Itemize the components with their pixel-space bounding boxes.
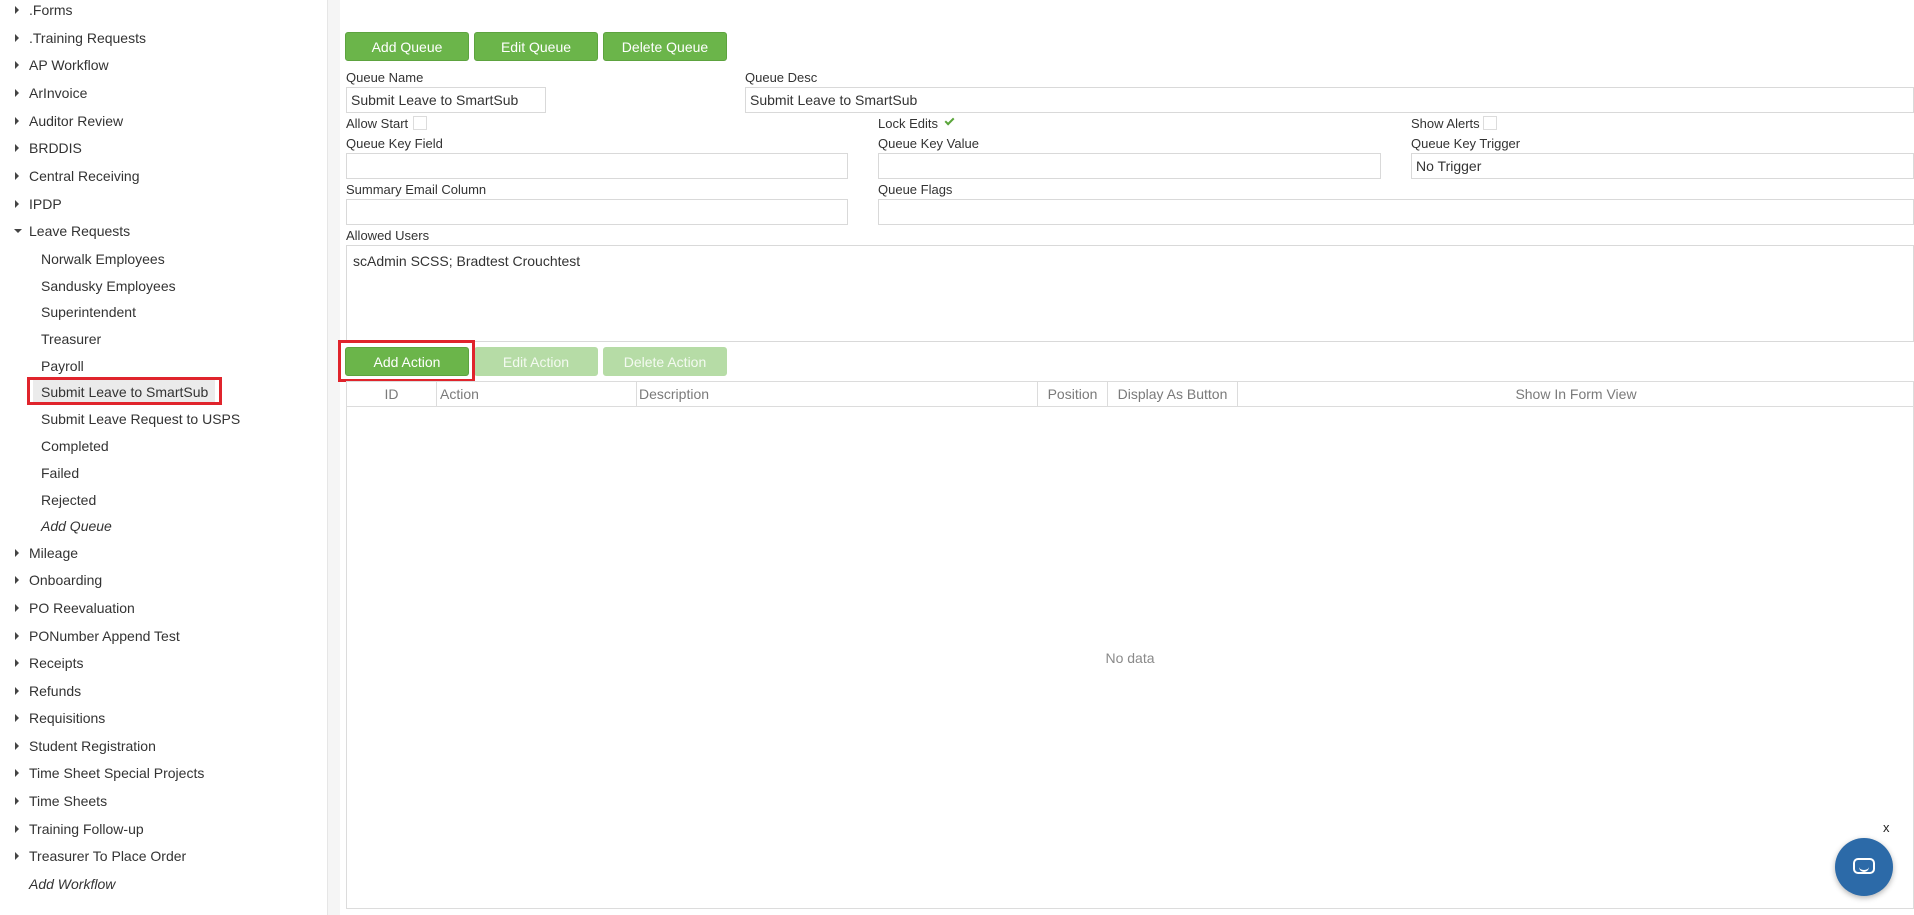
expand-arrow-icon[interactable] xyxy=(15,714,19,722)
collapse-arrow-icon[interactable] xyxy=(14,229,22,233)
tree-item-add-workflow[interactable]: Add Workflow xyxy=(0,871,328,898)
allow-start-label: Allow Start xyxy=(346,116,409,131)
queue-key-trigger-label: Queue Key Trigger xyxy=(1411,136,1521,151)
tree-item-treasurer-to-place-order[interactable]: Treasurer To Place Order xyxy=(0,843,328,870)
tree-item-arinvoice[interactable]: ArInvoice xyxy=(0,80,328,107)
expand-arrow-icon[interactable] xyxy=(15,117,19,125)
summary-email-label: Summary Email Column xyxy=(346,182,487,197)
expand-arrow-icon[interactable] xyxy=(15,6,19,14)
add-queue-button[interactable]: Add Queue xyxy=(345,32,469,61)
tree-item-submit-leave-request-to-usps[interactable]: Submit Leave Request to USPS xyxy=(0,406,328,433)
expand-arrow-icon[interactable] xyxy=(15,797,19,805)
queue-desc-input[interactable]: Submit Leave to SmartSub xyxy=(745,87,1914,113)
tree-item-time-sheet-special-projects[interactable]: Time Sheet Special Projects xyxy=(0,760,328,787)
show-alerts-checkbox[interactable] xyxy=(1483,116,1497,130)
tree-item-leave-requests[interactable]: Leave Requests xyxy=(0,218,328,245)
column-header-action[interactable]: Action xyxy=(437,382,637,407)
lock-edits-checkbox[interactable] xyxy=(943,115,957,130)
show-alerts-label: Show Alerts xyxy=(1411,116,1480,131)
workflow-tree-sidebar: .Forms .Training Requests AP Workflow Ar… xyxy=(0,0,328,915)
allowed-users-label: Allowed Users xyxy=(346,228,430,243)
tree-item-superintendent[interactable]: Superintendent xyxy=(0,299,328,326)
tree-item-completed[interactable]: Completed xyxy=(0,433,328,460)
tree-item-submit-leave-to-smartsub[interactable]: Submit Leave to SmartSub xyxy=(0,379,328,406)
expand-arrow-icon[interactable] xyxy=(15,200,19,208)
tree-item-sandusky-employees[interactable]: Sandusky Employees xyxy=(0,273,328,300)
tree-item-brddis[interactable]: BRDDIS xyxy=(0,135,328,162)
summary-email-input[interactable] xyxy=(346,199,848,225)
expand-arrow-icon[interactable] xyxy=(15,852,19,860)
queue-editor-panel: Add Queue Edit Queue Delete Queue Queue … xyxy=(338,0,1914,915)
column-header-show-in-form-view[interactable]: Show In Form View xyxy=(1238,382,1914,407)
queue-flags-label: Queue Flags xyxy=(878,182,953,197)
expand-arrow-icon[interactable] xyxy=(15,172,19,180)
tree-item-requisitions[interactable]: Requisitions xyxy=(0,705,328,732)
add-action-button[interactable]: Add Action xyxy=(345,347,469,376)
tree-item-student-registration[interactable]: Student Registration xyxy=(0,733,328,760)
queue-key-value-input[interactable] xyxy=(878,153,1381,179)
delete-queue-button[interactable]: Delete Queue xyxy=(603,32,727,61)
expand-arrow-icon[interactable] xyxy=(15,687,19,695)
expand-arrow-icon[interactable] xyxy=(15,632,19,640)
grid-empty-message: No data xyxy=(1105,650,1155,666)
expand-arrow-icon[interactable] xyxy=(15,604,19,612)
queue-key-trigger-select[interactable]: No Trigger xyxy=(1411,153,1914,179)
tree-item-ponumber-append-test[interactable]: PONumber Append Test xyxy=(0,623,328,650)
expand-arrow-icon[interactable] xyxy=(15,144,19,152)
tree-item-ipdp[interactable]: IPDP xyxy=(0,191,328,218)
tree-item-auditor-review[interactable]: Auditor Review xyxy=(0,108,328,135)
tree-item-mileage[interactable]: Mileage xyxy=(0,540,328,567)
tree-item-receipts[interactable]: Receipts xyxy=(0,650,328,677)
queue-key-value-label: Queue Key Value xyxy=(878,136,979,151)
expand-arrow-icon[interactable] xyxy=(15,769,19,777)
allow-start-checkbox[interactable] xyxy=(413,116,427,130)
expand-arrow-icon[interactable] xyxy=(15,576,19,584)
edit-queue-button[interactable]: Edit Queue xyxy=(474,32,598,61)
tree-item-time-sheets[interactable]: Time Sheets xyxy=(0,788,328,815)
queue-name-input[interactable]: Submit Leave to SmartSub xyxy=(346,87,546,113)
column-header-description[interactable]: Description xyxy=(637,382,1038,407)
queue-name-label: Queue Name xyxy=(346,70,424,85)
queue-key-field-label: Queue Key Field xyxy=(346,136,443,151)
tree-item-ap-workflow[interactable]: AP Workflow xyxy=(0,52,328,79)
expand-arrow-icon[interactable] xyxy=(15,825,19,833)
tree-item-training-follow-up[interactable]: Training Follow-up xyxy=(0,816,328,843)
tree-item-refunds[interactable]: Refunds xyxy=(0,678,328,705)
column-header-position[interactable]: Position xyxy=(1038,382,1108,407)
allowed-users-textarea[interactable]: scAdmin SCSS; Bradtest Crouchtest xyxy=(346,245,1914,342)
lock-edits-label: Lock Edits xyxy=(878,116,938,131)
chat-bubble-icon xyxy=(1853,858,1875,874)
queue-flags-input[interactable] xyxy=(878,199,1914,225)
column-header-display-as-button[interactable]: Display As Button xyxy=(1108,382,1238,407)
sidebar-splitter[interactable] xyxy=(328,0,340,915)
expand-arrow-icon[interactable] xyxy=(15,549,19,557)
tree-item-payroll[interactable]: Payroll xyxy=(0,353,328,380)
delete-action-button[interactable]: Delete Action xyxy=(603,347,727,376)
expand-arrow-icon[interactable] xyxy=(15,89,19,97)
tree-item-add-queue[interactable]: Add Queue xyxy=(0,513,328,540)
edit-action-button[interactable]: Edit Action xyxy=(474,347,598,376)
actions-grid: ID Action Description Position Display A… xyxy=(346,381,1914,909)
chat-close-button[interactable]: x xyxy=(1883,820,1890,835)
tree-item-po-reevaluation[interactable]: PO Reevaluation xyxy=(0,595,328,622)
tree-item-rejected[interactable]: Rejected xyxy=(0,487,328,514)
queue-desc-label: Queue Desc xyxy=(745,70,818,85)
expand-arrow-icon[interactable] xyxy=(15,659,19,667)
expand-arrow-icon[interactable] xyxy=(15,742,19,750)
tree-item-forms[interactable]: .Forms xyxy=(0,0,328,24)
tree-item-failed[interactable]: Failed xyxy=(0,460,328,487)
expand-arrow-icon[interactable] xyxy=(15,34,19,42)
column-header-id[interactable]: ID xyxy=(347,382,437,407)
tree-item-treasurer[interactable]: Treasurer xyxy=(0,326,328,353)
tree-item-onboarding[interactable]: Onboarding xyxy=(0,567,328,594)
tree-item-central-receiving[interactable]: Central Receiving xyxy=(0,163,328,190)
checkmark-icon xyxy=(944,115,955,126)
grid-header: ID Action Description Position Display A… xyxy=(347,382,1913,407)
tree-item-norwalk-employees[interactable]: Norwalk Employees xyxy=(0,246,328,273)
queue-key-field-input[interactable] xyxy=(346,153,848,179)
tree-item-training-requests[interactable]: .Training Requests xyxy=(0,25,328,52)
chat-launcher-button[interactable] xyxy=(1835,838,1893,896)
expand-arrow-icon[interactable] xyxy=(15,61,19,69)
